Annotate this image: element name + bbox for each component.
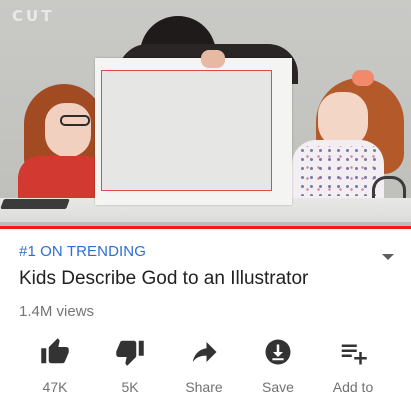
download-icon (263, 332, 293, 372)
save-button[interactable]: Save (243, 332, 313, 400)
view-count: 1.4M views (19, 303, 95, 320)
share-icon (189, 332, 219, 372)
add-to-playlist-icon (338, 332, 368, 372)
video-progress-bar[interactable] (0, 226, 411, 229)
video-frame-figure (201, 50, 225, 68)
thumbs-down-icon (115, 332, 145, 372)
video-frame-figure (45, 103, 91, 157)
video-player[interactable]: CUT (0, 0, 411, 226)
add-to-label: Add to (332, 379, 374, 395)
expand-description-icon[interactable] (382, 254, 394, 260)
drawing-board-canvas (101, 70, 272, 191)
video-title: Kids Describe God to an Illustrator (19, 268, 309, 289)
add-to-playlist-button[interactable]: Add to (318, 332, 388, 400)
video-frame-figure (352, 70, 374, 86)
like-button[interactable]: 47K (20, 332, 90, 400)
video-frame-figure (60, 115, 90, 126)
video-frame-figure (292, 140, 384, 202)
save-label: Save (262, 379, 294, 395)
share-button[interactable]: Share (169, 332, 239, 400)
video-progress-fill (0, 226, 411, 229)
trending-badge[interactable]: #1 ON TRENDING (19, 243, 146, 260)
dislike-button[interactable]: 5K (95, 332, 165, 400)
like-count: 47K (42, 379, 68, 395)
dislike-count: 5K (121, 379, 139, 395)
thumbs-up-icon (40, 332, 70, 372)
action-bar: 47K 5K Share Save Add to (0, 332, 411, 400)
video-frame-figure (372, 176, 406, 200)
channel-watermark: CUT (12, 7, 55, 25)
share-label: Share (185, 379, 223, 395)
video-frame-figure (0, 199, 70, 209)
